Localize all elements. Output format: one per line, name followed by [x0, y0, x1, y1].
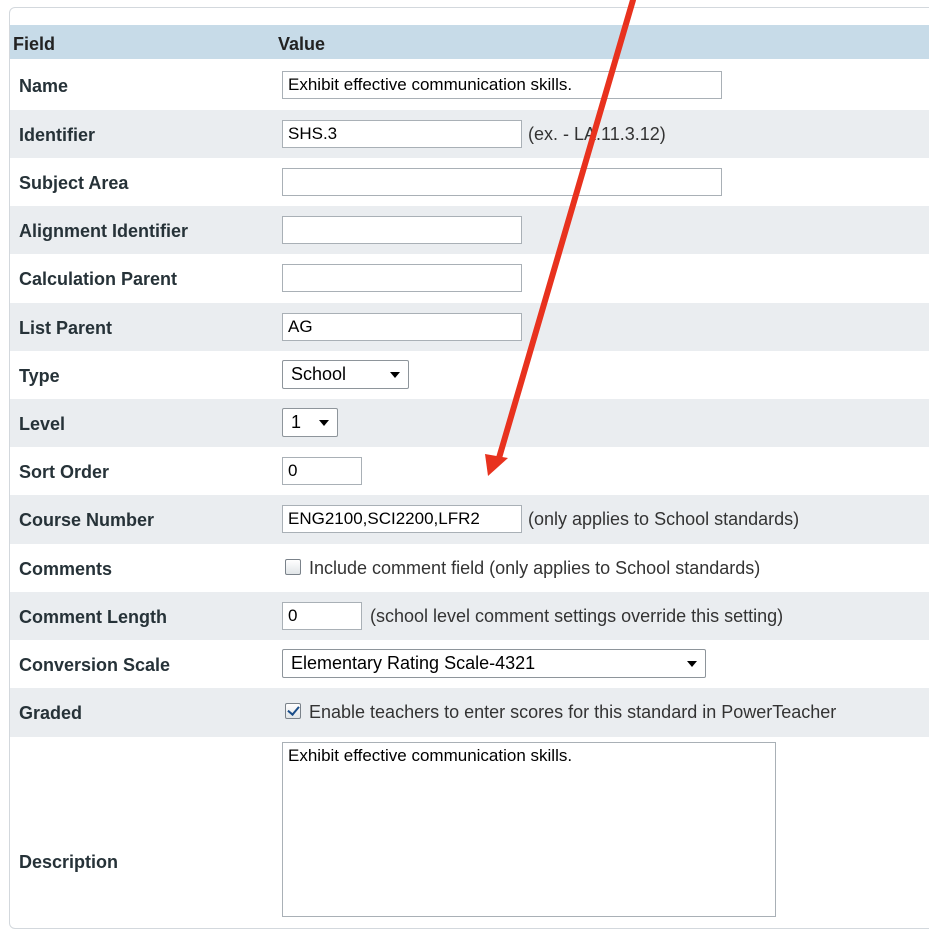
arrow-shaft	[496, 0, 636, 461]
arrow-head	[485, 454, 508, 476]
annotation-arrow	[485, 0, 636, 476]
